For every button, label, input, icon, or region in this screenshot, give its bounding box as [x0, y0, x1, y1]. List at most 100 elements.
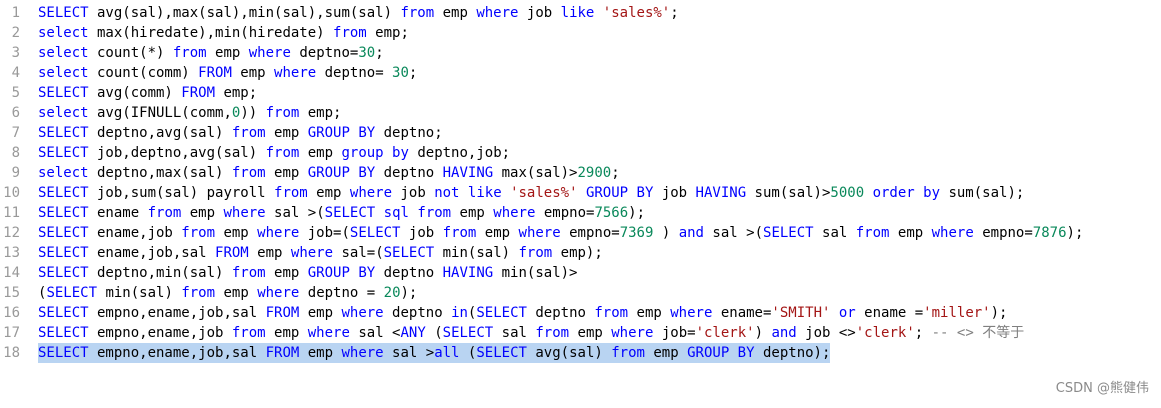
line-number: 1	[11, 5, 20, 21]
code-editor[interactable]: 1 SELECT avg(sal),max(sal),min(sal),sum(s…	[0, 0, 1161, 408]
token-keyword: select	[38, 25, 89, 41]
code-line[interactable]: 5 SELECT avg(comm) FROM emp;	[0, 83, 1161, 103]
token-plain: ))	[240, 105, 266, 121]
token-plain: emp	[265, 265, 308, 281]
watermark: CSDN @熊健伟	[1055, 381, 1149, 396]
token-plain: deptno);	[754, 345, 831, 361]
token-plain: ename	[88, 205, 148, 221]
token-plain: emp	[889, 225, 932, 241]
token-plain: deptno	[375, 265, 443, 281]
token-keyword: SELECT	[763, 225, 814, 241]
code-line[interactable]: 1 SELECT avg(sal),max(sal),min(sal),sum(s…	[0, 3, 1161, 23]
token-keyword: from	[518, 245, 553, 261]
token-keyword: where	[518, 225, 561, 241]
token-plain: count(*)	[88, 45, 173, 61]
token-plain: deptno,avg(sal)	[88, 125, 232, 141]
code-line[interactable]: 11 SELECT ename from emp where sal >(SELE…	[0, 203, 1161, 223]
token-keyword: GROUP BY	[307, 125, 376, 141]
code-line[interactable]: 17 SELECT empno,ename,job from emp where …	[0, 323, 1161, 343]
token-plain: sal >(	[704, 225, 764, 241]
token-keyword: from	[333, 25, 367, 41]
code-text: SELECT ename,job,sal FROM emp where sal=…	[38, 243, 603, 263]
token-keyword: SELECT	[38, 345, 89, 361]
token-number: 2900	[577, 165, 612, 181]
token-keyword: SELECT	[38, 185, 89, 201]
line-number: 14	[3, 265, 20, 281]
code-line[interactable]: 18 SELECT empno,ename,job,sal FROM emp wh…	[0, 343, 1161, 363]
code-area[interactable]: 1 SELECT avg(sal),max(sal),min(sal),sum(s…	[0, 3, 1161, 363]
token-keyword: HAVING	[442, 265, 494, 281]
token-number: 5000	[830, 185, 865, 201]
token-plain: ename,job,sal	[88, 245, 216, 261]
token-keyword: from	[265, 105, 300, 121]
token-plain: job,sum(sal) payroll	[88, 185, 275, 201]
token-plain: deptno=	[290, 45, 359, 61]
code-line[interactable]: 8 SELECT job,deptno,avg(sal) from emp gro…	[0, 143, 1161, 163]
code-line[interactable]: 15 (SELECT min(sal) from emp where deptno…	[0, 283, 1161, 303]
token-plain: sal	[813, 225, 856, 241]
token-comment: -- <> 不等于	[931, 325, 1025, 341]
token-plain: empno=	[973, 225, 1033, 241]
token-keyword: select	[38, 65, 89, 81]
line-number: 17	[3, 325, 20, 341]
code-line[interactable]: 14 SELECT deptno,min(sal) from emp GROUP …	[0, 263, 1161, 283]
code-line[interactable]: 3 select count(*) from emp where deptno=3…	[0, 43, 1161, 63]
token-keyword: where	[290, 245, 334, 261]
line-number: 3	[11, 45, 20, 61]
token-keyword: from	[274, 185, 308, 201]
token-plain: ;	[611, 165, 620, 181]
token-keyword: group by	[341, 145, 409, 161]
token-keyword: where	[223, 205, 266, 221]
line-number: 9	[11, 165, 20, 181]
code-line[interactable]: 16 SELECT empno,ename,job,sal FROM emp wh…	[0, 303, 1161, 323]
token-keyword: where	[493, 205, 536, 221]
token-keyword: where	[274, 65, 317, 81]
token-plain: emp	[476, 225, 519, 241]
code-line[interactable]: 10 SELECT job,sum(sal) payroll from emp w…	[0, 183, 1161, 203]
token-plain: ;	[914, 325, 932, 341]
code-text: select max(hiredate),min(hiredate) from …	[38, 23, 409, 43]
token-keyword: from	[181, 285, 216, 301]
token-keyword: SELECT	[38, 85, 89, 101]
token-keyword: or	[838, 305, 856, 321]
code-line[interactable]: 2 select max(hiredate),min(hiredate) from…	[0, 23, 1161, 43]
token-plain: sal >	[383, 345, 435, 361]
token-plain: max(hiredate),min(hiredate)	[88, 25, 334, 41]
token-number: 7566	[594, 205, 629, 221]
code-line[interactable]: 7 SELECT deptno,avg(sal) from emp GROUP B…	[0, 123, 1161, 143]
token-plain: emp	[265, 165, 308, 181]
code-line[interactable]: 12 SELECT ename,job from emp where job=(S…	[0, 223, 1161, 243]
token-keyword: FROM	[265, 305, 300, 321]
token-plain: );	[400, 285, 418, 301]
code-text: SELECT job,sum(sal) payroll from emp whe…	[38, 183, 1024, 203]
token-keyword: GROUP BY	[585, 185, 654, 201]
code-line[interactable]: 4 select count(comm) FROM emp where deptn…	[0, 63, 1161, 83]
token-keyword: where	[257, 225, 300, 241]
code-text: SELECT deptno,avg(sal) from emp GROUP BY…	[38, 123, 443, 143]
token-keyword: ANY	[400, 325, 426, 341]
token-plain: )	[653, 225, 679, 241]
token-keyword: SELECT	[476, 345, 527, 361]
token-keyword: where	[670, 305, 713, 321]
code-line[interactable]: 9 select deptno,max(sal) from emp GROUP B…	[0, 163, 1161, 183]
token-plain: ;	[375, 45, 384, 61]
line-number: 16	[3, 305, 20, 321]
token-plain: emp	[299, 145, 342, 161]
token-plain: deptno =	[299, 285, 384, 301]
token-keyword: SELECT	[38, 305, 89, 321]
line-number: 5	[11, 85, 20, 101]
token-plain: (	[459, 345, 477, 361]
token-string: 'sales%'	[602, 5, 671, 21]
token-keyword: from	[231, 325, 266, 341]
code-line[interactable]: 6 select avg(IFNULL(comm,0)) from emp;	[0, 103, 1161, 123]
code-text: SELECT ename,job from emp where job=(SEL…	[38, 223, 1083, 243]
token-keyword: like	[560, 5, 595, 21]
token-keyword: from	[147, 205, 182, 221]
token-keyword: SELECT	[38, 125, 89, 141]
token-plain: empno,ename,job,sal	[88, 305, 266, 321]
token-keyword: from	[172, 45, 207, 61]
token-keyword: FROM	[181, 85, 216, 101]
code-line[interactable]: 13 SELECT ename,job,sal FROM emp where sa…	[0, 243, 1161, 263]
token-plain: );	[1066, 225, 1084, 241]
